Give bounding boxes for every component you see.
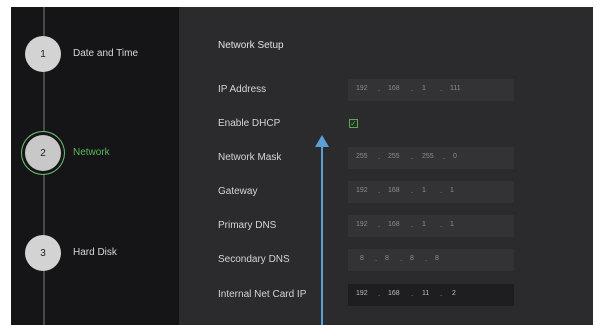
octet-separator: .: [440, 186, 443, 195]
octet: 168: [388, 85, 400, 92]
step-label: Network: [73, 147, 110, 158]
octet-separator: .: [440, 220, 443, 229]
octet: 168: [388, 290, 400, 297]
octet: 1: [450, 221, 454, 228]
primary-dns-input[interactable]: 192 . 168 . 1 . 1: [348, 215, 514, 237]
octet-separator: .: [443, 152, 446, 161]
dhcp-checkbox[interactable]: ✓: [349, 119, 358, 128]
octet-separator: .: [378, 84, 381, 93]
octet-separator: .: [411, 220, 414, 229]
octet: 8: [435, 255, 439, 262]
internal-net-card-ip-input[interactable]: 192 . 168 . 11 . 2: [348, 284, 514, 306]
octet-separator: .: [411, 289, 414, 298]
network-mask-label: Network Mask: [218, 152, 282, 163]
step-label: Date and Time: [73, 48, 139, 59]
octet: 8: [410, 255, 414, 262]
network-mask-input[interactable]: 255 . 255 . 255 . 0: [348, 147, 514, 169]
annotation-arrow-line: [321, 147, 323, 325]
network-mask-row: Network Mask 255 . 255 . 255 . 0: [218, 147, 593, 169]
enable-dhcp-label: Enable DHCP: [218, 118, 281, 129]
ip-address-label: IP Address: [218, 84, 267, 95]
octet-separator: .: [378, 152, 381, 161]
octet: 1: [422, 221, 426, 228]
secondary-dns-row: Secondary DNS 8 . 8 . 8 . 8: [218, 249, 593, 271]
octet-separator: .: [378, 220, 381, 229]
arrow-up-icon: [315, 135, 329, 147]
step-number: 1: [40, 48, 46, 60]
octet-separator: .: [425, 254, 428, 263]
step-date-and-time[interactable]: 1 Date and Time: [25, 36, 165, 76]
octet: 1: [422, 187, 426, 194]
octet: 1: [422, 85, 426, 92]
octet: 1: [450, 187, 454, 194]
primary-dns-row: Primary DNS 192 . 168 . 1 . 1: [218, 215, 593, 237]
octet: 255: [422, 153, 434, 160]
step-number-circle: 3: [25, 235, 61, 271]
ip-address-row: IP Address 192 . 168 . 1 . 111: [218, 79, 593, 101]
octet: 111: [450, 85, 461, 92]
octet: 8: [385, 255, 389, 262]
internal-net-card-ip-row: Internal Net Card IP 192 . 168 . 11 . 2: [218, 284, 593, 306]
octet: 8: [360, 255, 364, 262]
secondary-dns-label: Secondary DNS: [218, 254, 290, 265]
octet: 255: [388, 153, 400, 160]
gateway-input[interactable]: 192 . 168 . 1 . 1: [348, 181, 514, 203]
network-setup-panel: Network Setup IP Address 192 . 168 . 1 .…: [179, 7, 593, 325]
gateway-row: Gateway 192 . 168 . 1 . 1: [218, 181, 593, 203]
ip-address-input[interactable]: 192 . 168 . 1 . 111: [348, 79, 514, 101]
octet-separator: .: [440, 289, 443, 298]
octet: 2: [452, 290, 456, 297]
internal-net-card-ip-label: Internal Net Card IP: [218, 289, 307, 300]
wizard-sidebar: 1 Date and Time 2 Network 3 Hard Disk: [11, 7, 179, 325]
enable-dhcp-row: Enable DHCP ✓: [218, 113, 593, 135]
step-number-circle: 1: [25, 36, 61, 72]
octet-separator: .: [375, 254, 378, 263]
octet-separator: .: [411, 84, 414, 93]
octet-separator: .: [411, 186, 414, 195]
octet-separator: .: [378, 186, 381, 195]
octet: 0: [453, 153, 457, 160]
primary-dns-label: Primary DNS: [218, 220, 277, 231]
octet: 192: [356, 187, 368, 194]
step-hard-disk[interactable]: 3 Hard Disk: [25, 235, 165, 275]
octet: 11: [422, 290, 430, 297]
checkmark-icon: ✓: [350, 119, 357, 128]
step-network[interactable]: 2 Network: [25, 135, 165, 175]
octet-separator: .: [400, 254, 403, 263]
octet-separator: .: [440, 84, 443, 93]
octet-separator: .: [411, 152, 414, 161]
octet: 192: [356, 290, 368, 297]
secondary-dns-input[interactable]: 8 . 8 . 8 . 8: [348, 249, 514, 271]
octet: 192: [356, 221, 368, 228]
gateway-label: Gateway: [218, 186, 258, 197]
octet-separator: .: [378, 289, 381, 298]
step-number: 2: [40, 147, 46, 159]
octet: 168: [388, 221, 400, 228]
step-number-circle: 2: [25, 135, 61, 171]
octet: 168: [388, 187, 400, 194]
octet: 192: [356, 85, 368, 92]
step-number: 3: [40, 247, 46, 259]
step-label: Hard Disk: [73, 247, 117, 258]
setup-wizard-window: 1 Date and Time 2 Network 3 Hard Disk Ne…: [11, 7, 593, 325]
octet: 255: [356, 153, 368, 160]
page-title: Network Setup: [218, 40, 284, 51]
